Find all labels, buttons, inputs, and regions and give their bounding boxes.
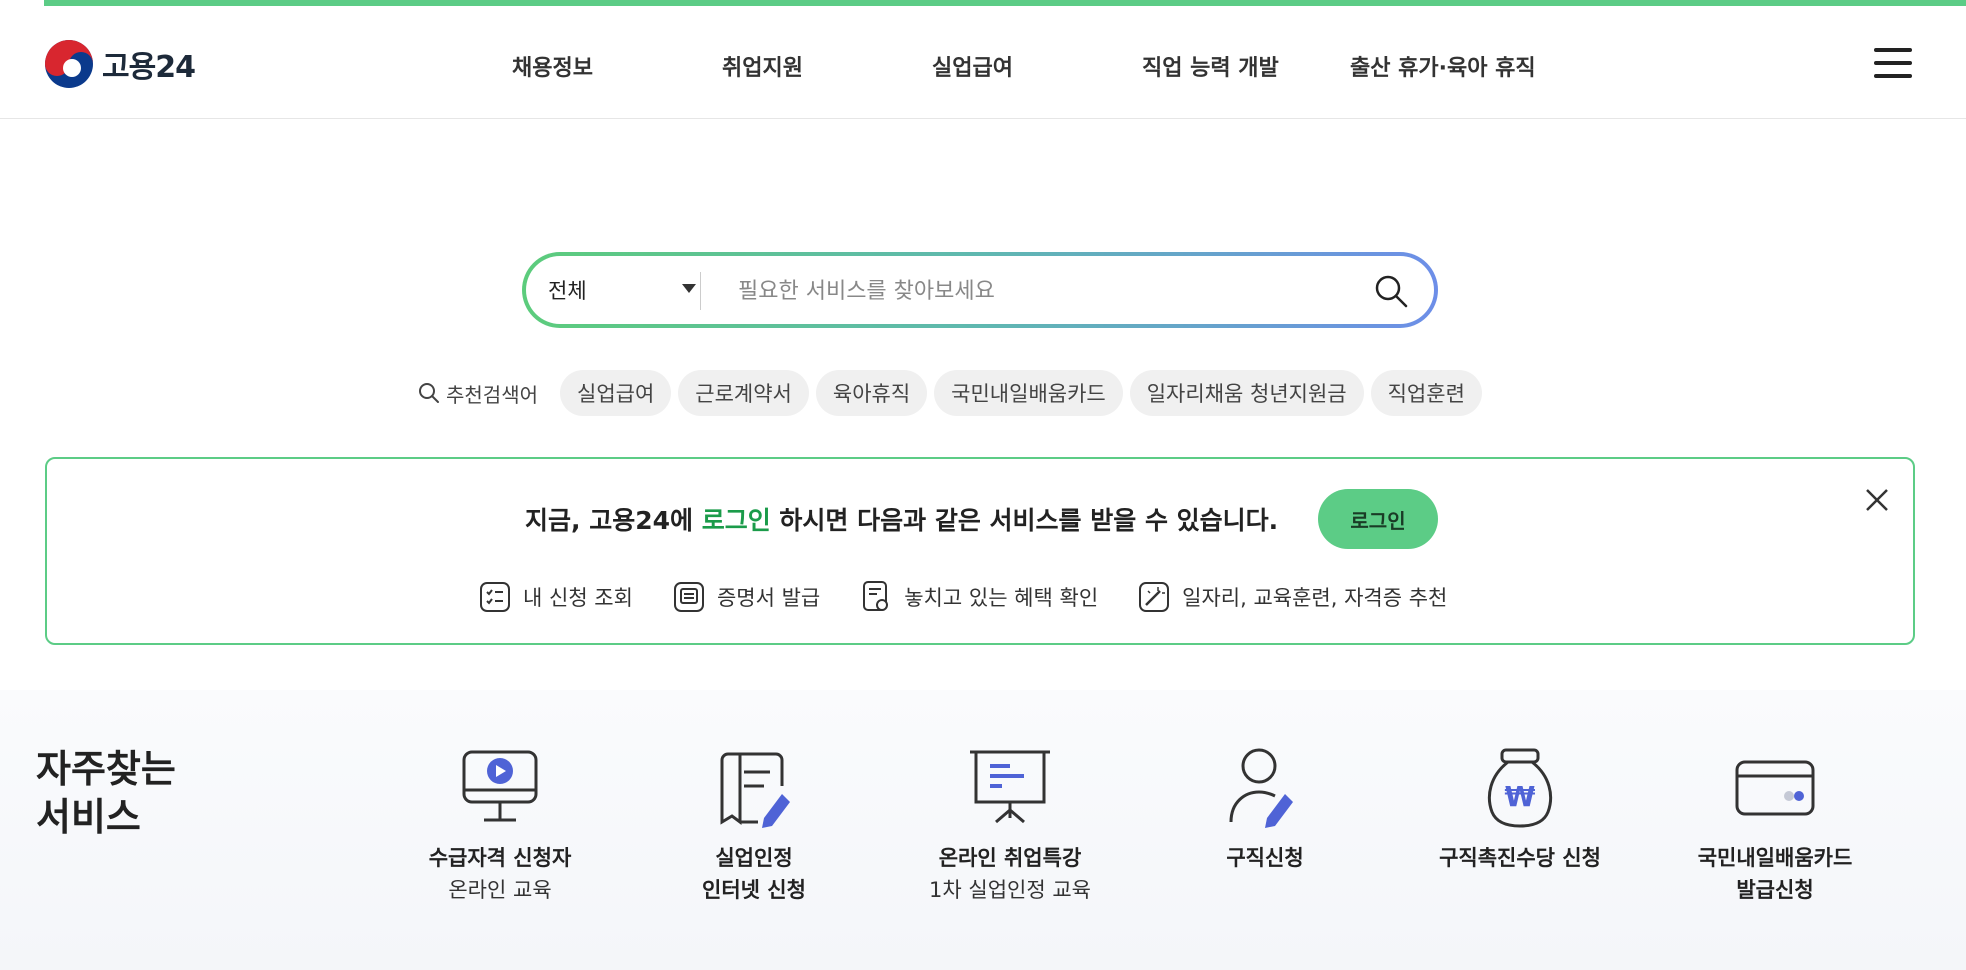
nav-item-skills-development[interactable]: 직업 능력 개발	[1142, 50, 1279, 82]
keyword-chip[interactable]: 육아휴직	[815, 370, 928, 416]
search-bar: 전체	[522, 252, 1438, 328]
service-job-promotion-allowance[interactable]: ₩ 구직촉진수당 신청	[1410, 746, 1630, 872]
service-label: 구직촉진수당 신청	[1439, 846, 1601, 870]
benefit-label: 놓치고 있는 혜택 확인	[904, 586, 1099, 610]
benefit-item: 놓치고 있는 혜택 확인	[858, 579, 1098, 615]
search-divider	[700, 272, 701, 310]
search-category-select[interactable]: 전체	[548, 256, 696, 324]
frequent-title-line1: 자주찾는	[36, 747, 176, 791]
benefit-label: 증명서 발급	[716, 586, 821, 610]
nav-item-unemployment-benefits[interactable]: 실업급여	[932, 50, 1013, 82]
checklist-icon	[480, 582, 510, 612]
service-sublabel: 1차 실업인정 교육	[929, 878, 1091, 902]
frequent-services: 자주찾는 서비스 수급자격 신청자 온라인 교육 실업인정 인터넷 신청 온라인…	[0, 690, 1966, 970]
login-msg-part: 지금, 고용24에	[525, 506, 702, 535]
site-logo[interactable]: 고용24	[44, 39, 196, 89]
nav-item-parental-leave[interactable]: 출산 휴가·육아 휴직	[1350, 50, 1536, 82]
search-icon[interactable]	[1374, 274, 1408, 308]
svg-text:₩: ₩	[1505, 780, 1536, 813]
certificate-icon	[673, 582, 704, 612]
service-label: 구직신청	[1226, 846, 1304, 870]
service-label: 국민내일배움카드	[1697, 846, 1853, 870]
keyword-chip[interactable]: 국민내일배움카드	[934, 370, 1123, 416]
person-pen-icon	[1229, 748, 1293, 828]
logo-text: 고용24	[102, 50, 196, 85]
recommended-label: 추천검색어	[418, 379, 538, 408]
service-label: 실업인정	[715, 846, 793, 870]
login-msg-part: 하시면 다음과 같은 서비스를 받을 수 있습니다.	[770, 506, 1279, 535]
taegeuk-logo-icon	[45, 40, 93, 88]
benefit-item: 일자리, 교육훈련, 자격증 추천	[1136, 579, 1447, 615]
search-input[interactable]	[736, 270, 1340, 312]
close-icon[interactable]	[1862, 485, 1892, 515]
service-label: 수급자격 신청자	[428, 846, 572, 870]
login-button[interactable]: 로그인	[1318, 489, 1438, 549]
login-banner: 지금, 고용24에 로그인 하시면 다음과 같은 서비스를 받을 수 있습니다.…	[45, 457, 1915, 645]
nav-item-employment-support[interactable]: 취업지원	[722, 50, 803, 82]
keyword-chip[interactable]: 근로계약서	[678, 370, 809, 416]
login-msg-highlight: 로그인	[701, 506, 771, 535]
service-learning-card[interactable]: 국민내일배움카드 발급신청	[1665, 746, 1885, 904]
site-header: 고용24 채용정보 취업지원 실업급여 직업 능력 개발 출산 휴가·육아 휴직	[0, 6, 1966, 119]
service-job-application[interactable]: 구직신청	[1155, 746, 1375, 872]
frequent-services-title: 자주찾는 서비스	[36, 746, 176, 841]
card-icon	[1735, 760, 1815, 816]
service-sublabel: 온라인 교육	[448, 878, 552, 902]
service-online-education[interactable]: 수급자격 신청자 온라인 교육	[390, 746, 610, 904]
search-category-value: 전체	[548, 279, 587, 303]
login-message: 지금, 고용24에 로그인 하시면 다음과 같은 서비스를 받을 수 있습니다.	[525, 501, 1278, 537]
benefit-item: 증명서 발급	[671, 579, 820, 615]
login-benefits: 내 신청 조회 증명서 발급 놓치고 있는 혜택 확인 일자리, 교육훈련, 자…	[477, 579, 1485, 615]
frequent-title-line2: 서비스	[36, 794, 141, 839]
benefit-item: 내 신청 조회	[477, 579, 633, 615]
presentation-board-icon	[970, 750, 1050, 824]
service-sublabel: 인터넷 신청	[702, 878, 806, 902]
recommended-label-text: 추천검색어	[446, 382, 538, 407]
monitor-play-icon	[462, 750, 538, 822]
magic-wand-icon	[1139, 582, 1170, 612]
benefit-label: 내 신청 조회	[523, 586, 633, 610]
small-search-icon	[419, 383, 439, 403]
hamburger-menu-icon[interactable]	[1874, 48, 1912, 78]
service-sublabel: 발급신청	[1736, 878, 1814, 902]
keyword-chip[interactable]: 실업급여	[560, 370, 672, 416]
keyword-chip[interactable]: 직업훈련	[1370, 370, 1482, 416]
service-label: 온라인 취업특강	[938, 846, 1082, 870]
keyword-chip[interactable]: 일자리채움 청년지원금	[1129, 370, 1364, 416]
service-online-lecture[interactable]: 온라인 취업특강 1차 실업인정 교육	[900, 746, 1120, 904]
nav-item-jobs[interactable]: 채용정보	[512, 50, 593, 82]
document-pen-icon	[720, 752, 790, 828]
benefit-label: 일자리, 교육훈련, 자격증 추천	[1182, 586, 1448, 610]
service-unemployment-recognition[interactable]: 실업인정 인터넷 신청	[644, 746, 864, 904]
money-bag-icon: ₩	[1487, 748, 1553, 828]
caret-down-icon	[682, 284, 696, 293]
document-search-icon	[863, 581, 889, 611]
recommended-keywords: 추천검색어 실업급여 근로계약서 육아휴직 국민내일배움카드 일자리채움 청년지…	[418, 370, 1489, 416]
